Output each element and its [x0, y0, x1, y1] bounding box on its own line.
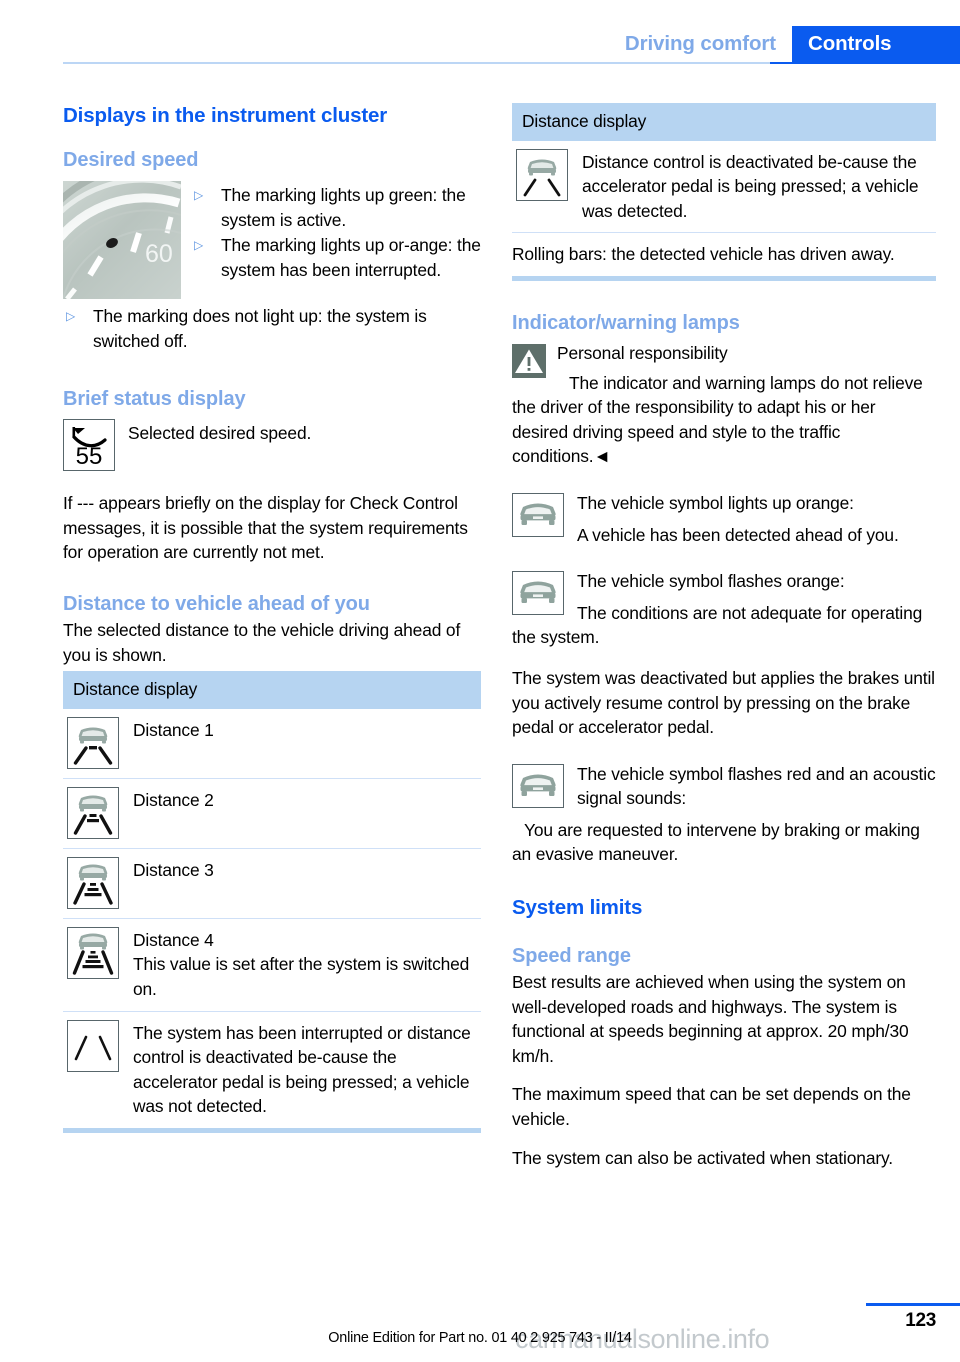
vehicle-symbol-follow: A vehicle has been detected ahead of you…	[577, 524, 899, 545]
table-cell-label: Distance 1	[133, 719, 214, 740]
table-row: Distance 1	[63, 709, 481, 779]
table-header-distance-display: Distance display	[512, 103, 936, 141]
gauge-speed-label: 60	[145, 240, 173, 268]
bullet-text: The marking does not light up: the syste…	[93, 306, 427, 351]
table-row: Distance 4 This value is set after the s…	[63, 919, 481, 1012]
table-bottom-rule	[512, 275, 936, 281]
list-item: ▷ The marking lights up green: the syste…	[191, 183, 481, 232]
section-heading-system-limits: System limits	[512, 896, 643, 920]
desired-speed-55-icon: 55	[63, 419, 115, 472]
section-heading-indicator-warning-lamps: Indicator/warning lamps	[512, 311, 740, 334]
right-column: Distance display Distance control is dea…	[512, 103, 936, 1170]
speedometer-gauge-image: 60	[63, 181, 181, 299]
triangle-bullet-icon: ▷	[194, 188, 204, 202]
table-cell-label: Distance control is deactivated be-cause…	[582, 151, 919, 221]
list-item: ▷ The marking does not light up: the sys…	[63, 304, 481, 353]
brief-status-paragraph: If --- appears briefly on the display fo…	[63, 493, 468, 563]
vehicle-symbol-icon	[512, 492, 564, 537]
vehicle-symbol-icon	[512, 571, 564, 616]
table-cell-label: Distance 2	[133, 789, 214, 810]
vehicle-symbol-orange-flash-block: The vehicle symbol flashes orange: The c…	[512, 569, 936, 650]
vehicle-symbol-lead: The vehicle symbol lights up orange:	[577, 492, 854, 513]
warning-title: Personal responsibility	[557, 342, 728, 363]
distance-display-table-left: Distance display Distance 1 Distance 2 D…	[63, 671, 481, 1133]
distance-1-icon	[67, 716, 119, 769]
speed-value-text: 55	[76, 443, 103, 470]
vehicle-symbol-follow: You are requested to intervene by brakin…	[512, 819, 920, 865]
brief-status-caption: Selected desired speed.	[128, 423, 312, 444]
table-row: The system has been interrupted or dista…	[63, 1012, 481, 1128]
distance-interrupted-icon	[67, 1019, 119, 1072]
table-row: Distance 3	[63, 849, 481, 919]
breadcrumb: Driving comfort Controls	[607, 26, 960, 62]
section-heading-desired-speed: Desired speed	[63, 149, 199, 171]
table-cell-label: Distance 3	[133, 859, 214, 880]
brief-status-row: 55 Selected desired speed.	[63, 419, 481, 472]
deactivation-paragraph: The system was deactivated but applies t…	[512, 667, 935, 738]
header-divider-accent	[770, 62, 960, 64]
speed-range-paragraph-2: The maximum speed that can be set depend…	[512, 1084, 911, 1130]
breadcrumb-section-driving-comfort[interactable]: Driving comfort	[607, 26, 792, 62]
distance-3-icon	[67, 856, 119, 909]
page-number: 123	[905, 1310, 936, 1331]
triangle-bullet-icon: ▷	[66, 309, 76, 323]
triangle-bullet-icon: ▷	[194, 238, 204, 253]
page-title: Displays in the instrument cluster	[63, 104, 388, 127]
speed-range-paragraph-3: The system can also be activated when st…	[512, 1147, 893, 1168]
table-header-distance-display: Distance display	[63, 671, 481, 709]
distance-4-icon	[67, 926, 119, 979]
section-heading-speed-range: Speed range	[512, 945, 631, 968]
bullet-text: The marking lights up or-­ange: the syst…	[221, 235, 481, 280]
desired-speed-bullets: ▷ The marking lights up green: the syste…	[191, 181, 481, 282]
page-header: Driving comfort Controls	[0, 0, 960, 64]
footer-accent-rule	[866, 1303, 960, 1306]
footer-edition-text: Online Edition for Part no. 01 40 2 925 …	[328, 1330, 632, 1346]
vehicle-symbol-red-flash-block: The vehicle symbol flashes red and an ac…	[512, 762, 936, 867]
vehicle-symbol-follow: The conditions are not adequate for oper…	[512, 602, 923, 648]
warning-triangle-icon	[512, 343, 546, 378]
distance-2-icon	[67, 786, 119, 839]
rolling-bars-note: Rolling bars: the detected vehicle has d…	[512, 244, 895, 265]
vehicle-symbol-orange-steady-block: The vehicle symbol lights up orange: A v…	[512, 491, 936, 547]
desired-speed-figure-block: 60 ▷ The marking lights up green: the sy…	[63, 181, 481, 299]
distance-intro-paragraph: The selected distance to the vehicle dri…	[63, 619, 461, 665]
list-item: ▷ The marking lights up or-­ange: the sy…	[191, 233, 481, 282]
section-heading-brief-status: Brief status display	[63, 388, 246, 411]
table-row: Distance 2	[63, 779, 481, 849]
bullet-text: The marking lights up green: the system …	[221, 185, 466, 230]
table-bottom-rule	[63, 1127, 481, 1133]
table-cell-label: The system has been interrupted or dista…	[133, 1022, 471, 1117]
vehicle-symbol-lead: The vehicle symbol flashes orange:	[577, 571, 845, 592]
distance-display-table-right: Distance display Distance control is dea…	[512, 103, 936, 281]
warning-body: The indicator and warning lamps do not r…	[512, 372, 923, 467]
table-cell-title: Distance 4	[133, 929, 214, 950]
speed-range-paragraph-1: Best results are achieved when using the…	[512, 972, 909, 1066]
distance-deactivated-icon	[516, 148, 568, 201]
personal-responsibility-block: Personal responsibility The indicator an…	[512, 341, 936, 469]
breadcrumb-section-controls[interactable]: Controls	[792, 26, 960, 62]
table-row: Distance control is deactivated be-cause…	[512, 141, 936, 234]
table-cell-label: Distance 4 This value is set after the s…	[119, 927, 481, 1002]
section-heading-distance-to-vehicle: Distance to vehicle ahead of you	[63, 592, 370, 615]
table-cell-detail: This value is set after the system is sw…	[133, 954, 470, 999]
vehicle-symbol-lead: The vehicle symbol flashes red and an ac…	[577, 763, 936, 809]
table-row-note: Rolling bars: the detected vehicle has d…	[512, 233, 936, 276]
left-column: Displays in the instrument cluster Desir…	[63, 103, 481, 1133]
vehicle-symbol-icon	[512, 763, 564, 808]
